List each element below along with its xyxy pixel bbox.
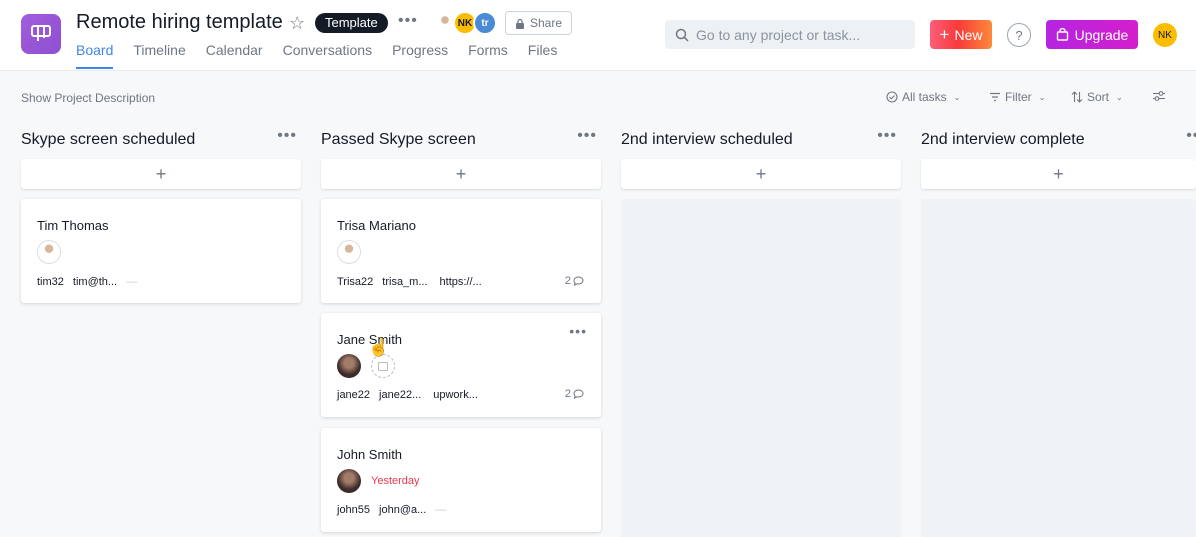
chevron-down-icon: ⌄ (953, 92, 961, 102)
show-project-description[interactable]: Show Project Description (21, 91, 155, 105)
custom-field-value: — (126, 276, 138, 288)
custom-field-value: tim32 (37, 276, 64, 288)
star-icon[interactable]: ☆ (289, 13, 305, 34)
tab-timeline[interactable]: Timeline (133, 42, 185, 69)
card-title: John Smith (337, 447, 403, 462)
custom-field-value: https://... (439, 276, 482, 288)
project-tabs: Board Timeline Calendar Conversations Pr… (76, 42, 557, 69)
board-icon[interactable] (21, 14, 61, 54)
card-custom-fields: john55 john@a... — (337, 504, 446, 516)
tab-files[interactable]: Files (528, 42, 558, 69)
custom-field-value: Trisa22 (337, 276, 374, 288)
column-title[interactable]: 2nd interview complete (921, 131, 1085, 149)
custom-field-value: john@a... (379, 504, 427, 516)
comment-count-value: 2 (564, 388, 571, 400)
task-card[interactable]: Trisa Mariano Trisa22 trisa_m... https:/… (321, 199, 601, 303)
card-title: Trisa Mariano (337, 218, 416, 233)
assignee-avatar[interactable] (337, 469, 361, 493)
assignee-avatar[interactable] (337, 354, 361, 378)
all-tasks-label: All tasks (902, 90, 947, 104)
task-card[interactable]: Jane Smith ••• jane22 jane22... upwork..… (321, 313, 601, 417)
filter-label: Filter (1005, 90, 1032, 104)
tab-progress[interactable]: Progress (392, 42, 448, 69)
comment-icon (573, 389, 584, 399)
add-task-button[interactable]: + (921, 159, 1196, 189)
custom-field-value: — (435, 504, 447, 516)
due-date[interactable]: Yesterday (371, 475, 420, 487)
task-card[interactable]: John Smith Yesterday john55 john@a... — (321, 428, 601, 532)
lock-icon (515, 18, 524, 29)
card-title: Tim Thomas (37, 218, 109, 233)
plus-icon: + (1053, 163, 1064, 184)
add-task-button[interactable]: + (321, 159, 601, 189)
filter-dropdown[interactable]: Filter ⌄ (989, 90, 1045, 104)
sort-dropdown[interactable]: Sort ⌄ (1071, 90, 1123, 104)
column-title[interactable]: Passed Skype screen (321, 131, 476, 149)
comment-count[interactable]: 2 (565, 388, 584, 400)
project-more-icon[interactable]: ••• (398, 12, 418, 30)
sort-icon (1071, 91, 1083, 103)
template-badge: Template (315, 13, 388, 33)
plus-icon: + (155, 163, 167, 184)
search-input[interactable]: Go to any project or task... (665, 20, 915, 49)
search-placeholder: Go to any project or task... (696, 26, 861, 43)
upgrade-button[interactable]: Upgrade (1046, 20, 1138, 49)
tab-forms[interactable]: Forms (468, 42, 508, 69)
card-custom-fields: Trisa22 trisa_m... https://... (337, 276, 482, 288)
card-more-icon[interactable]: ••• (569, 323, 587, 339)
tab-conversations[interactable]: Conversations (283, 42, 373, 69)
empty-column-area (921, 199, 1196, 537)
member-avatar[interactable]: tr (473, 11, 497, 35)
card-custom-fields: tim32 tim@th... — (37, 276, 137, 288)
custom-field-value: john55 (337, 504, 371, 516)
comment-icon (573, 276, 584, 286)
chevron-down-icon: ⌄ (1116, 92, 1123, 102)
assignee-avatar[interactable] (337, 240, 361, 264)
plus-icon: + (939, 25, 950, 44)
custom-field-value: jane22... (379, 389, 422, 401)
filter-icon (990, 92, 1000, 102)
top-bar: Remote hiring template ☆ Template ••• NK… (0, 0, 1196, 71)
task-card[interactable]: Tim Thomas tim32 tim@th... — (21, 199, 301, 303)
new-label: New (954, 26, 983, 43)
search-icon (675, 28, 689, 42)
assignee-avatar[interactable] (37, 240, 61, 264)
plus-icon: + (755, 163, 767, 184)
tab-board[interactable]: Board (76, 42, 114, 69)
chevron-down-icon: ⌄ (1038, 92, 1046, 102)
all-tasks-dropdown[interactable]: All tasks ⌄ (886, 90, 960, 104)
empty-column-area (621, 199, 901, 537)
new-button[interactable]: + New (930, 20, 992, 49)
share-button[interactable]: Share (505, 11, 572, 35)
plus-icon: + (455, 163, 467, 184)
column-more-icon[interactable]: ••• (1186, 127, 1196, 145)
column-more-icon[interactable]: ••• (877, 127, 897, 145)
upgrade-label: Upgrade (1074, 26, 1129, 43)
custom-field-value: upwork... (433, 389, 478, 401)
column-more-icon[interactable]: ••• (277, 127, 297, 145)
customize-icon[interactable] (1152, 90, 1166, 102)
card-custom-fields: jane22 jane22... upwork... (337, 389, 478, 401)
tab-calendar[interactable]: Calendar (206, 42, 263, 69)
add-task-button[interactable]: + (21, 159, 301, 189)
sort-label: Sort (1087, 90, 1110, 104)
check-circle-icon (886, 91, 898, 103)
column-more-icon[interactable]: ••• (577, 127, 597, 145)
shopping-bag-icon (1056, 28, 1068, 41)
hand-cursor-icon: ☝ (368, 338, 390, 357)
share-label: Share (529, 16, 563, 30)
column-title[interactable]: Skype screen scheduled (21, 131, 195, 149)
custom-field-value: jane22 (337, 389, 371, 401)
comment-count[interactable]: 2 (565, 275, 584, 287)
comment-count-value: 2 (564, 275, 571, 287)
help-button[interactable]: ? (1007, 23, 1031, 47)
custom-field-value: trisa_m... (382, 276, 428, 288)
add-task-button[interactable]: + (621, 159, 901, 189)
custom-field-value: tim@th... (72, 276, 118, 288)
user-avatar[interactable]: NK (1153, 23, 1177, 47)
project-title[interactable]: Remote hiring template (76, 11, 283, 34)
column-title[interactable]: 2nd interview scheduled (621, 131, 793, 149)
